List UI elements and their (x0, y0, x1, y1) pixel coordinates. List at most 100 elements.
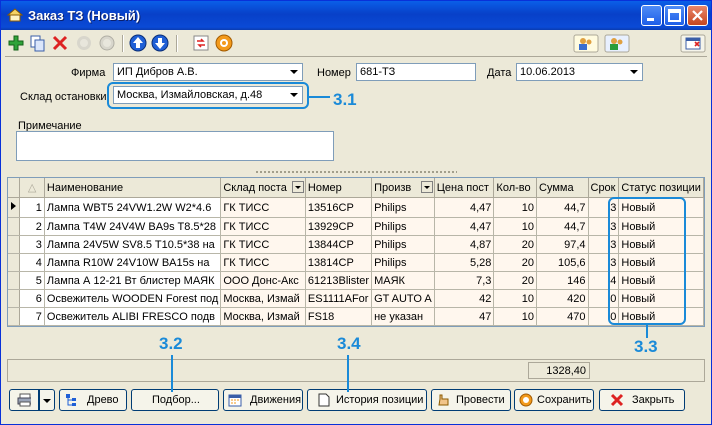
cell-sum[interactable]: 105,6 (536, 253, 589, 272)
cell-price[interactable]: 47 (434, 307, 495, 326)
row-indicator[interactable] (8, 217, 21, 236)
cell-sum[interactable]: 97,4 (536, 235, 589, 254)
cell-qty[interactable]: 20 (493, 235, 537, 254)
cell-name[interactable]: Лампа 24V5W SV8.5 T10.5*38 на (44, 235, 222, 254)
table-row[interactable]: 5 Лампа А 12-21 Вт блистер МАЯК ООО Донс-А… (8, 271, 704, 290)
cell-name[interactable]: Лампа А 12-21 Вт блистер МАЯК (44, 271, 222, 290)
cell-price[interactable]: 4,47 (434, 217, 495, 236)
cell-sum[interactable]: 470 (536, 307, 589, 326)
date-picker[interactable]: 10.06.2013 (516, 63, 643, 81)
cell-number[interactable]: 13929CP (305, 217, 373, 236)
cell-number[interactable]: ES1111AFor (305, 289, 373, 308)
save-button[interactable]: Сохранить (514, 389, 594, 411)
target-button[interactable] (214, 33, 234, 53)
close-form-button[interactable] (680, 33, 706, 53)
cell-qty[interactable]: 10 (493, 307, 537, 326)
row-indicator[interactable] (8, 253, 21, 272)
chevron-down-icon[interactable] (286, 64, 302, 80)
copy-button[interactable] (28, 33, 48, 53)
table-row[interactable]: 7 Освежитель ALIBI FRESCO подв Москва, Изм… (8, 307, 704, 326)
tree-button[interactable]: Древо (59, 389, 127, 411)
users-button-2[interactable] (604, 33, 630, 53)
history-button[interactable]: История позиции (307, 389, 427, 411)
column-header-name[interactable]: Наименование (44, 178, 222, 198)
cell-name[interactable]: Освежитель WOODEN Forest под (44, 289, 222, 308)
movements-button[interactable]: Движения (223, 389, 303, 411)
cell-manufacturer[interactable]: Philips (371, 253, 435, 272)
cell-name[interactable]: Лампа T4W 24V4W BA9s T8.5*28 (44, 217, 222, 236)
table-row[interactable]: 3 Лампа 24V5W SV8.5 T10.5*38 на ГК ТИСС 138… (8, 235, 704, 254)
title-bar[interactable]: Заказ ТЗ (Новый) (1, 1, 711, 30)
print-menu-button[interactable] (39, 389, 55, 411)
column-header-sum[interactable]: Сумма (536, 178, 589, 198)
firm-select[interactable]: ИП Дибров А.В. (113, 63, 303, 81)
minimize-button[interactable] (641, 5, 662, 26)
row-indicator[interactable] (8, 271, 21, 290)
users-button-1[interactable] (573, 33, 599, 53)
row-indicator[interactable] (8, 235, 21, 254)
cell-price[interactable]: 7,3 (434, 271, 495, 290)
filter-dropdown-icon[interactable] (291, 181, 304, 193)
cell-warehouse[interactable]: Москва, Измай (220, 289, 306, 308)
delete-button[interactable] (50, 33, 70, 53)
cell-name[interactable]: Лампа R10W 24V10W BA15s на (44, 253, 222, 272)
cell-qty[interactable]: 10 (493, 289, 537, 308)
cell-number[interactable]: 13844CP (305, 235, 373, 254)
cell-number[interactable]: 61213Blister (305, 271, 373, 290)
column-header-term[interactable]: Срок (588, 178, 620, 198)
cell-manufacturer[interactable]: Philips (371, 235, 435, 254)
cell-warehouse[interactable]: ГК ТИСС (220, 217, 306, 236)
add-button[interactable] (6, 33, 26, 53)
cell-name[interactable]: Лампа WBT5 24VW1.2W W2*4.6 (44, 197, 222, 218)
cell-manufacturer[interactable]: GT AUTO A (371, 289, 435, 308)
column-header-status[interactable]: Статус позиции (618, 178, 704, 198)
cell-sum[interactable]: 146 (536, 271, 589, 290)
cell-qty[interactable]: 10 (493, 217, 537, 236)
cell-manufacturer[interactable]: Philips (371, 197, 435, 218)
cell-sum[interactable]: 44,7 (536, 197, 589, 218)
chevron-down-icon[interactable] (626, 64, 642, 80)
row-pointer-icon[interactable] (8, 197, 21, 218)
items-grid[interactable]: △ Наименование Склад поста Номер Произв … (7, 177, 705, 327)
print-button[interactable] (9, 389, 39, 411)
move-up-button[interactable] (128, 33, 148, 53)
cell-warehouse[interactable]: Москва, Измай (220, 307, 306, 326)
disabled-button-2[interactable] (97, 33, 117, 53)
note-field[interactable] (16, 131, 334, 161)
cell-number[interactable]: 13814CP (305, 253, 373, 272)
cell-warehouse[interactable]: ГК ТИСС (220, 197, 306, 218)
select-button[interactable]: Подбор... (131, 389, 219, 411)
table-row[interactable]: 1 Лампа WBT5 24VW1.2W W2*4.6 ГК ТИСС 13516C… (8, 197, 704, 218)
cell-qty[interactable]: 20 (493, 253, 537, 272)
close-button[interactable]: Закрыть (599, 389, 685, 411)
column-header-warehouse[interactable]: Склад поста (220, 178, 306, 198)
cell-warehouse[interactable]: ООО Донс-Акс (220, 271, 306, 290)
column-header-number[interactable]: Номер (305, 178, 373, 198)
number-field[interactable]: 681-ТЗ (356, 63, 476, 81)
cell-manufacturer[interactable]: не указан (371, 307, 435, 326)
cell-price[interactable]: 4,87 (434, 235, 495, 254)
cell-number[interactable]: FS18 (305, 307, 373, 326)
splitter-handle[interactable] (255, 170, 457, 174)
column-header-price[interactable]: Цена пост (434, 178, 495, 198)
cell-sum[interactable]: 44,7 (536, 217, 589, 236)
table-row[interactable]: 6 Освежитель WOODEN Forest под Москва, Изм… (8, 289, 704, 308)
column-header-manufacturer[interactable]: Произв (371, 178, 435, 198)
cell-manufacturer[interactable]: МАЯК (371, 271, 435, 290)
cell-price[interactable]: 5,28 (434, 253, 495, 272)
row-indicator[interactable] (8, 307, 21, 326)
cell-manufacturer[interactable]: Philips (371, 217, 435, 236)
maximize-button[interactable] (664, 5, 685, 26)
cell-price[interactable]: 4,47 (434, 197, 495, 218)
column-header-qty[interactable]: Кол-во (493, 178, 537, 198)
cell-qty[interactable]: 20 (493, 271, 537, 290)
move-down-button[interactable] (150, 33, 170, 53)
post-button[interactable]: Провести (431, 389, 511, 411)
cell-price[interactable]: 42 (434, 289, 495, 308)
cell-qty[interactable]: 10 (493, 197, 537, 218)
cell-number[interactable]: 13516CP (305, 197, 373, 218)
cell-warehouse[interactable]: ГК ТИСС (220, 235, 306, 254)
cell-warehouse[interactable]: ГК ТИСС (220, 253, 306, 272)
arrows-button[interactable] (191, 33, 211, 53)
table-row[interactable]: 4 Лампа R10W 24V10W BA15s на ГК ТИСС 13814C… (8, 253, 704, 272)
